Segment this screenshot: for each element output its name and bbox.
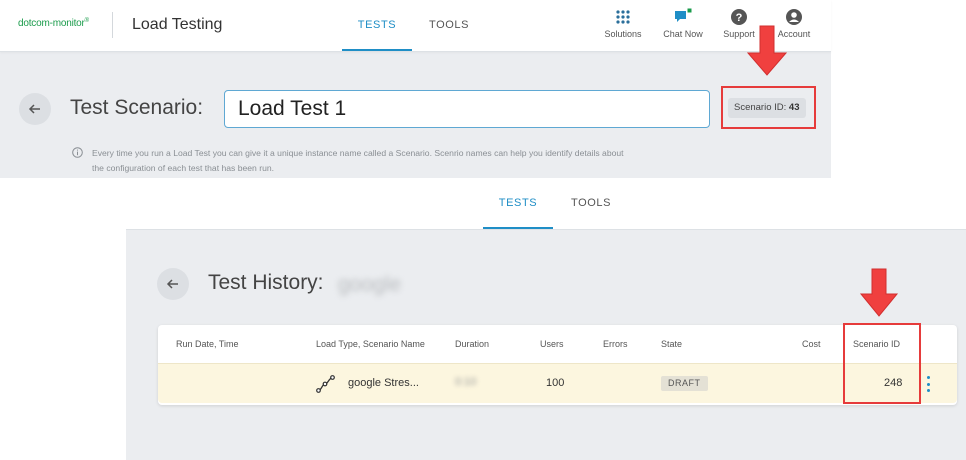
nav-solutions-label: Solutions	[604, 29, 642, 39]
nav-chat-label: Chat Now	[663, 29, 703, 39]
arrow-left-icon	[166, 279, 178, 289]
scenario-info-text: Every time you run a Load Test you can g…	[72, 146, 632, 176]
red-down-arrow-icon	[746, 25, 788, 76]
column-header-load-type[interactable]: Load Type, Scenario Name	[316, 339, 425, 349]
chat-icon	[675, 8, 692, 22]
help-icon: ?	[731, 9, 747, 25]
nav-solutions-button[interactable]: Solutions	[593, 8, 653, 39]
grid-icon	[616, 10, 630, 24]
svg-text:?: ?	[736, 12, 743, 24]
tab-active-indicator	[342, 49, 412, 51]
arrow-left-icon	[28, 104, 40, 114]
column-header-duration[interactable]: Duration	[455, 339, 489, 349]
tab-active-indicator	[483, 227, 553, 229]
test-history-label: Test History:	[208, 271, 324, 294]
duration-cell-redacted: 0:10	[455, 376, 477, 388]
scenario-panel: dotcom-monitor® Load Testing TESTS TOOLS…	[0, 0, 831, 178]
scenario-name-input[interactable]	[224, 90, 710, 128]
scenario-name-cell[interactable]: google Stres...	[348, 377, 419, 389]
divider	[112, 12, 113, 38]
scenario-id-highlight-box	[721, 86, 816, 129]
column-header-users[interactable]: Users	[540, 339, 564, 349]
logo-text: dotcom-monitor	[18, 18, 85, 29]
tab-tests[interactable]: TESTS	[483, 197, 553, 209]
history-back-button[interactable]	[157, 268, 189, 300]
users-cell: 100	[546, 377, 565, 389]
account-icon	[786, 9, 802, 25]
nav-chat-button[interactable]: Chat Now	[653, 8, 713, 39]
screenshot-composite: dotcom-monitor® Load Testing TESTS TOOLS…	[0, 0, 966, 460]
redacted-account-name: google	[338, 273, 402, 296]
info-icon	[72, 147, 83, 158]
history-top-navbar: TESTS TOOLS	[126, 178, 966, 230]
test-scenario-label: Test Scenario:	[70, 96, 204, 119]
back-button[interactable]	[19, 93, 51, 125]
column-header-cost[interactable]: Cost	[802, 339, 821, 349]
top-navbar: dotcom-monitor® Load Testing TESTS TOOLS…	[0, 0, 831, 52]
tab-tools[interactable]: TOOLS	[416, 19, 482, 31]
scenario-id-column-highlight-box	[843, 323, 921, 404]
app-title: Load Testing	[132, 16, 223, 33]
state-badge: DRAFT	[661, 376, 708, 391]
column-header-state[interactable]: State	[661, 339, 682, 349]
tab-tools[interactable]: TOOLS	[558, 197, 624, 209]
logo-trademark: ®	[84, 18, 89, 24]
row-menu-kebab-icon[interactable]	[924, 375, 932, 393]
red-down-arrow-icon	[859, 268, 899, 317]
tab-tests[interactable]: TESTS	[342, 19, 412, 31]
dotcom-monitor-logo[interactable]: dotcom-monitor®	[18, 18, 89, 29]
column-header-errors[interactable]: Errors	[603, 339, 628, 349]
info-paragraph: Every time you run a Load Test you can g…	[92, 148, 624, 173]
stress-curve-icon	[316, 375, 335, 393]
column-header-run-date[interactable]: Run Date, Time	[176, 339, 239, 349]
